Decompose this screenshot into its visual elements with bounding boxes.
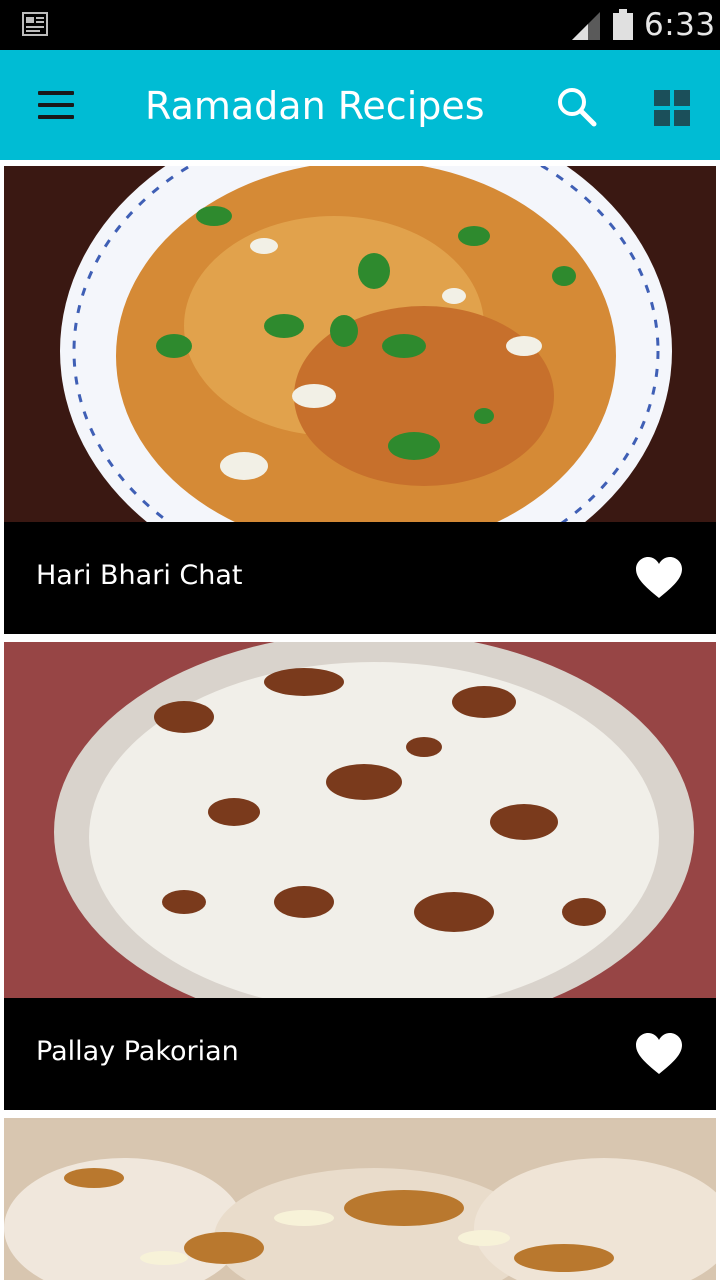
status-bar: 6:33 [0, 0, 720, 50]
recipe-image [4, 642, 716, 998]
heart-icon[interactable] [634, 556, 684, 600]
menu-button[interactable] [30, 83, 82, 127]
notification-icon [22, 12, 48, 36]
search-icon[interactable] [550, 80, 602, 132]
menu-icon-bar [38, 115, 74, 119]
grid-view-icon[interactable] [646, 82, 698, 134]
recipe-footer: Hari Bhari Chat [4, 522, 716, 634]
recipe-image [4, 1118, 716, 1280]
clock: 6:33 [644, 7, 716, 43]
menu-icon [38, 91, 74, 95]
recipe-title: Pallay Pakorian [36, 1036, 239, 1067]
recipe-card[interactable]: Hari Bhari Chat [4, 166, 716, 634]
heart-icon[interactable] [634, 1032, 684, 1076]
recipe-title: Hari Bhari Chat [36, 560, 243, 591]
recipe-footer: Pallay Pakorian [4, 998, 716, 1110]
recipe-card[interactable]: Pallay Pakorian [4, 642, 716, 1110]
recipe-card[interactable] [4, 1118, 716, 1280]
menu-icon-bar [38, 103, 74, 107]
app-toolbar: Ramadan Recipes [0, 50, 720, 160]
battery-icon [613, 9, 633, 40]
page-title: Ramadan Recipes [145, 84, 485, 128]
signal-icon [572, 12, 600, 40]
recipe-image [4, 166, 716, 522]
